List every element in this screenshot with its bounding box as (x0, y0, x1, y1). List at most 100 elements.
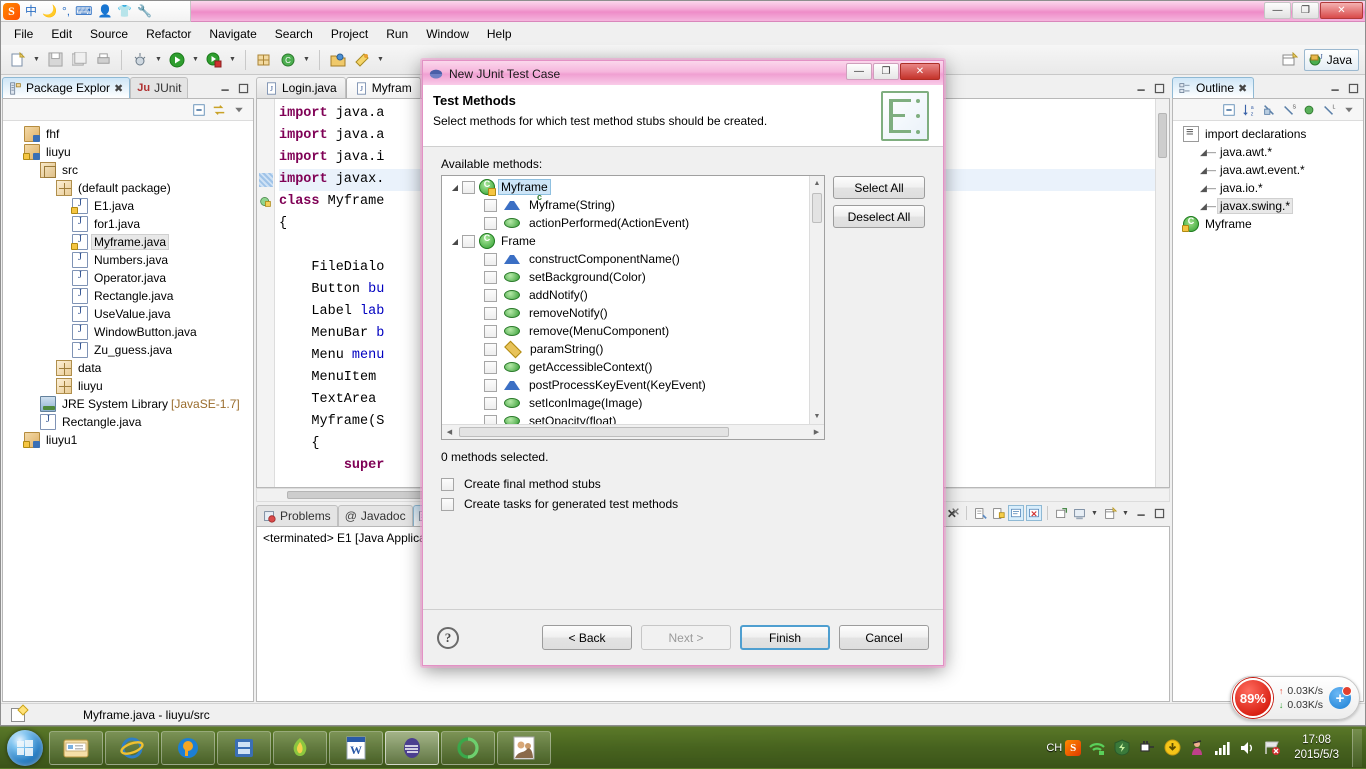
search-icon[interactable] (351, 49, 373, 71)
outline-item[interactable]: ◢— java.awt.* (1173, 143, 1363, 161)
taskbar-word-app[interactable]: W (329, 730, 383, 765)
taskbar-file-explorer[interactable] (49, 730, 103, 765)
view-menu-icon[interactable] (231, 102, 247, 118)
method-checkbox[interactable] (484, 324, 497, 338)
ime-keyboard-icon[interactable]: ⌨ (75, 5, 92, 17)
package-tree-item[interactable]: Operator.java (3, 269, 253, 287)
window-close-button[interactable]: ✕ (1320, 2, 1363, 19)
package-tree-item[interactable]: WindowButton.java (3, 323, 253, 341)
open-type-icon[interactable] (327, 49, 349, 71)
method-tree-row[interactable]: setOpacity(float) (442, 412, 809, 424)
method-checkbox[interactable] (484, 414, 497, 424)
display-selected-console-icon[interactable] (1026, 505, 1042, 521)
show-desktop-button[interactable] (1352, 728, 1362, 767)
hide-local-types-icon[interactable]: L (1321, 102, 1337, 118)
create-tasks-row[interactable]: Create tasks for generated test methods (441, 494, 925, 514)
add-widget-button[interactable]: + (1329, 686, 1352, 709)
create-tasks-checkbox[interactable] (441, 497, 454, 511)
run-dropdown-icon[interactable]: ▼ (190, 49, 201, 71)
method-checkbox[interactable] (484, 396, 497, 410)
tab-package-explorer[interactable]: Package Explor ✖ (2, 77, 131, 98)
editor-tab-myframe[interactable]: J Myfram (345, 77, 421, 98)
method-tree-row[interactable]: constructComponentName() (442, 250, 809, 268)
close-icon[interactable]: ✖ (1238, 82, 1247, 95)
package-tree-item[interactable]: for1.java (3, 215, 253, 233)
menu-edit[interactable]: Edit (42, 24, 81, 44)
outline-item[interactable]: ◢— java.io.* (1173, 179, 1363, 197)
method-tree-row[interactable]: getAccessibleContext() (442, 358, 809, 376)
taskbar-browser-app[interactable] (441, 730, 495, 765)
network-speed-widget[interactable]: 89% ↑ 0.03K/s ↓ 0.03K/s + (1229, 676, 1360, 720)
debug-dropdown-icon[interactable]: ▼ (153, 49, 164, 71)
new-wizard-icon[interactable] (7, 49, 29, 71)
show-console-icon[interactable] (1008, 505, 1024, 521)
method-checkbox[interactable] (484, 342, 497, 356)
method-tree-row[interactable]: paramString() (442, 340, 809, 358)
package-tree-item[interactable]: E1.java (3, 197, 253, 215)
hide-static-icon[interactable]: S (1281, 102, 1297, 118)
taskbar-photo-app[interactable] (497, 730, 551, 765)
scroll-right-icon[interactable]: ▶ (809, 425, 824, 439)
scroll-lock-icon[interactable] (990, 505, 1006, 521)
method-tree-row[interactable]: actionPerformed(ActionEvent) (442, 214, 809, 232)
scrollbar-thumb[interactable] (812, 193, 822, 223)
outline-item[interactable]: ◢— java.awt.event.* (1173, 161, 1363, 179)
method-tree-row[interactable]: ◢ Myframe (442, 178, 809, 196)
save-icon[interactable] (44, 49, 66, 71)
method-tree-row[interactable]: remove(MenuComponent) (442, 322, 809, 340)
new-java-class-icon[interactable]: C (277, 49, 299, 71)
twisty-icon[interactable]: ◢ (448, 183, 462, 192)
menu-window[interactable]: Window (417, 24, 478, 44)
method-checkbox[interactable] (484, 198, 497, 212)
link-with-editor-icon[interactable] (211, 102, 227, 118)
package-tree-item[interactable]: src (3, 161, 253, 179)
method-checkbox[interactable] (484, 306, 497, 320)
menu-project[interactable]: Project (322, 24, 377, 44)
menu-refactor[interactable]: Refactor (137, 24, 200, 44)
sogou-logo-icon[interactable]: S (3, 2, 20, 20)
sogou-ime-toolbar[interactable]: S 中 🌙 °, ⌨ 👤 👕 🔧 (1, 1, 191, 22)
method-tree-row[interactable]: postProcessKeyEvent(KeyEvent) (442, 376, 809, 394)
package-tree-item[interactable]: data (3, 359, 253, 377)
menu-run[interactable]: Run (377, 24, 417, 44)
pin-console-icon[interactable] (1071, 505, 1087, 521)
method-checkbox[interactable] (462, 180, 475, 194)
taskbar-media-app[interactable] (217, 730, 271, 765)
signal-icon[interactable] (1213, 739, 1231, 757)
new-java-package-icon[interactable] (253, 49, 275, 71)
create-final-stubs-checkbox[interactable] (441, 477, 454, 491)
taskbar-eclipse-app[interactable] (385, 730, 439, 765)
package-tree-item[interactable]: liuyu (3, 377, 253, 395)
scroll-left-icon[interactable]: ◀ (442, 425, 457, 439)
package-tree-item[interactable]: Rectangle.java (3, 413, 253, 431)
console-dropdown-icon[interactable]: ▼ (1089, 502, 1100, 524)
method-tree-row[interactable]: removeNotify() (442, 304, 809, 322)
minimize-icon[interactable] (1133, 505, 1149, 521)
method-checkbox[interactable] (484, 216, 497, 230)
back-button[interactable]: < Back (542, 625, 632, 650)
method-checkbox[interactable] (484, 252, 497, 266)
usb-icon[interactable] (1138, 739, 1156, 757)
sort-icon[interactable]: az (1241, 102, 1257, 118)
clear-console-icon[interactable] (972, 505, 988, 521)
twisty-icon[interactable]: ◢ (448, 237, 462, 246)
new-class-dropdown-icon[interactable]: ▼ (301, 49, 312, 71)
scroll-up-icon[interactable]: ▲ (810, 176, 824, 191)
new-console-view-icon[interactable] (1102, 505, 1118, 521)
run-external-tools-icon[interactable] (203, 49, 225, 71)
editor-gutter[interactable] (257, 99, 275, 487)
menu-file[interactable]: File (5, 24, 42, 44)
menu-source[interactable]: Source (81, 24, 137, 44)
window-minimize-button[interactable]: — (1264, 2, 1291, 19)
taskbar-thunder-app[interactable] (273, 730, 327, 765)
debug-icon[interactable] (129, 49, 151, 71)
dialog-minimize-button[interactable]: — (846, 63, 872, 80)
method-tree-row[interactable]: setBackground(Color) (442, 268, 809, 286)
save-all-icon[interactable] (68, 49, 90, 71)
minimize-icon[interactable] (1133, 80, 1149, 96)
scroll-down-icon[interactable]: ▼ (810, 409, 824, 424)
taskbar-internet-explorer[interactable] (105, 730, 159, 765)
tab-problems[interactable]: Problems (256, 505, 338, 526)
package-explorer-tree[interactable]: fhf liuyu src(default package) E1.java for1.… (3, 121, 253, 449)
dialog-close-button[interactable]: ✕ (900, 63, 940, 80)
